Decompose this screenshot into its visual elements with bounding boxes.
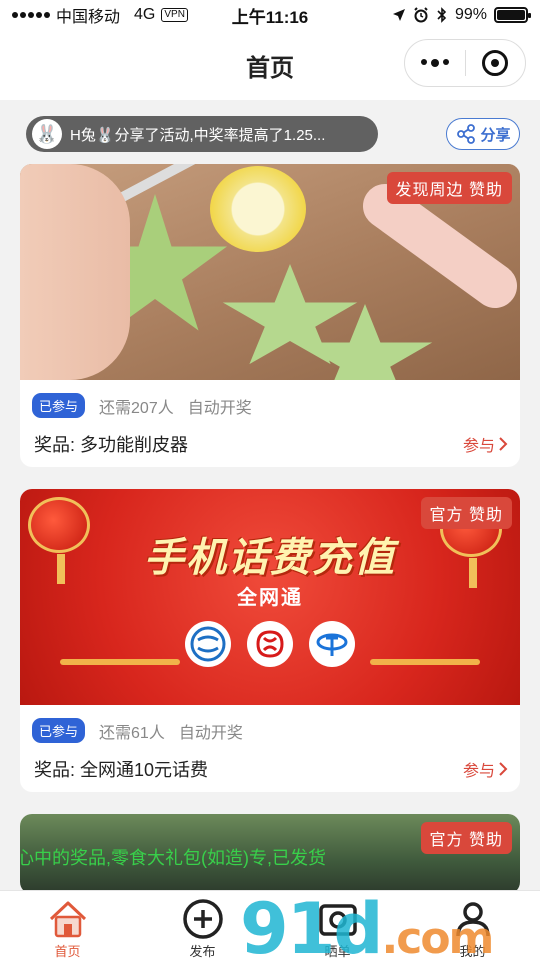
alarm-icon <box>414 7 428 23</box>
network-type: 4G <box>134 6 156 23</box>
tab-publish[interactable]: 发布 <box>135 891 270 960</box>
bottom-tab-bar: 首页 发布 晒单 我的 <box>0 890 540 960</box>
location-arrow-icon <box>392 9 405 21</box>
prize-name: 奖品: 多功能削皮器 <box>34 435 189 455</box>
nav-bar: 首页 <box>0 30 540 100</box>
home-icon <box>49 901 86 938</box>
winner-marquee: 心中的奖品,零食大礼包(如造)专,已发货 <box>20 848 326 868</box>
chevron-right-icon <box>499 437 508 451</box>
banner-subtitle: 全网通 <box>237 587 303 609</box>
tab-label: 首页 <box>54 944 81 959</box>
prize-name: 奖品: 全网通10元话费 <box>34 760 209 780</box>
card-banner-image[interactable]: 心中的奖品,零食大礼包(如造)专,已发货 官方 赞助 <box>20 814 520 894</box>
join-button[interactable]: 参与 <box>463 757 508 781</box>
china-unicom-logo-icon <box>247 621 293 667</box>
more-dots-icon-right <box>442 59 449 65</box>
hand-illustration <box>20 164 130 380</box>
remaining-count: 还需61人 <box>99 724 165 742</box>
join-label: 参与 <box>462 438 495 455</box>
lottery-card[interactable]: 发现周边 赞助 已参与 还需207人 自动开奖 奖品: 多功能削皮器 参与 <box>20 164 520 467</box>
status-bar: 中国移动 4G VPN 上午11:16 99% <box>0 0 540 30</box>
rabbit-avatar-icon: 🐰 <box>32 119 62 149</box>
vpn-icon: VPN <box>161 8 188 22</box>
camera-icon <box>318 904 357 936</box>
remaining-count: 还需207人 <box>99 399 174 417</box>
banner-title: 手机话费充值 <box>144 536 396 580</box>
tab-label: 晒单 <box>324 944 351 959</box>
tab-showcase[interactable]: 晒单 <box>270 891 405 960</box>
draw-mode: 自动开奖 <box>178 724 243 742</box>
tab-profile[interactable]: 我的 <box>405 891 540 960</box>
join-label: 参与 <box>462 763 495 780</box>
sponsor-badge: 官方 赞助 <box>420 497 512 529</box>
activity-notice[interactable]: 🐰 H兔🐰分享了活动,中奖率提高了1.25... <box>26 116 378 152</box>
china-telecom-logo-icon <box>309 621 355 667</box>
page-title: 首页 <box>246 54 294 82</box>
card-meta: 已参与 还需61人 自动开奖 <box>32 718 243 743</box>
sponsor-badge: 官方 赞助 <box>420 822 512 854</box>
carrier-name: 中国移动 <box>56 9 121 26</box>
battery-icon <box>494 7 531 23</box>
battery-fill <box>497 10 525 20</box>
card-banner-image[interactable]: 手机话费充值 全网通 官方 赞助 <box>20 489 520 705</box>
plus-circle-icon <box>182 899 223 939</box>
more-dots-icon <box>420 59 427 65</box>
notice-text: H兔🐰分享了活动,中奖率提高了1.25... <box>70 126 326 144</box>
carrier-logos <box>20 621 520 667</box>
bluetooth-icon <box>437 7 447 23</box>
status-right: 99% <box>392 6 531 24</box>
lemon-illustration <box>210 166 306 252</box>
more-button[interactable] <box>405 59 465 67</box>
sponsor-badge: 发现周边 赞助 <box>386 172 512 204</box>
card-meta: 已参与 还需207人 自动开奖 <box>32 393 252 418</box>
share-icon <box>457 124 476 144</box>
signal-icon <box>12 12 50 18</box>
tab-label: 发布 <box>189 944 216 959</box>
close-miniapp-button[interactable] <box>466 50 526 76</box>
status-left: 中国移动 4G VPN <box>12 3 188 27</box>
user-icon <box>455 902 490 937</box>
share-button[interactable]: 分享 <box>446 118 520 150</box>
tab-home[interactable]: 首页 <box>0 891 135 960</box>
battery-percent: 99% <box>454 6 487 23</box>
chevron-right-icon <box>499 762 508 776</box>
more-dots-icon-center <box>430 59 439 67</box>
joined-badge: 已参与 <box>32 393 86 418</box>
china-mobile-logo-icon <box>185 621 231 667</box>
share-label: 分享 <box>480 126 511 144</box>
lottery-card[interactable]: 心中的奖品,零食大礼包(如造)专,已发货 官方 赞助 <box>20 814 520 894</box>
join-button[interactable]: 参与 <box>463 432 508 456</box>
miniapp-capsule <box>404 39 526 87</box>
draw-mode: 自动开奖 <box>187 399 252 417</box>
target-icon <box>482 50 509 76</box>
card-banner-image[interactable]: 发现周边 赞助 <box>20 164 520 380</box>
tab-label: 我的 <box>459 944 486 959</box>
joined-badge: 已参与 <box>32 718 86 743</box>
lottery-card[interactable]: 手机话费充值 全网通 官方 赞助 已参与 还需61人 自动开奖 奖品: 全网通1… <box>20 489 520 792</box>
